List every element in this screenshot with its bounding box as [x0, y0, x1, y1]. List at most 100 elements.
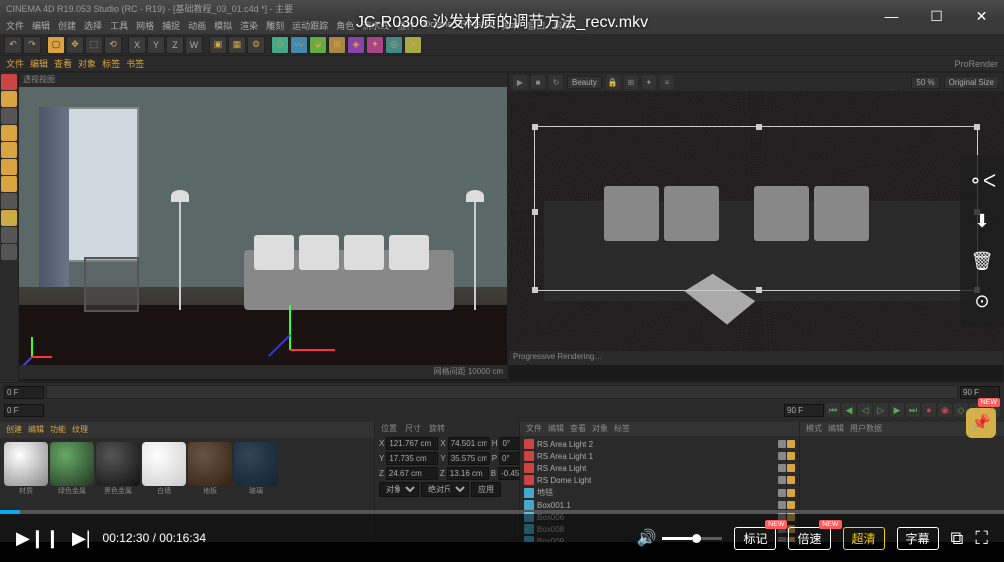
- render-refresh-icon[interactable]: ↻: [549, 75, 563, 89]
- render-settings-button[interactable]: ⚙: [247, 36, 265, 54]
- tb2-item[interactable]: 编辑: [30, 57, 48, 70]
- render-snap-icon[interactable]: ✦: [642, 75, 656, 89]
- menu-item[interactable]: 捕捉: [162, 19, 180, 33]
- menu-item[interactable]: 模拟: [214, 19, 232, 33]
- coord-z-size[interactable]: [447, 467, 489, 480]
- rail-live-select[interactable]: [1, 74, 17, 90]
- array-tool[interactable]: ⊞: [328, 36, 346, 54]
- pin-button[interactable]: 📌NEW: [966, 408, 996, 438]
- axis-y-toggle[interactable]: Y: [147, 36, 165, 54]
- deformer-tool[interactable]: ◈: [347, 36, 365, 54]
- maximize-button[interactable]: ☐: [914, 0, 959, 32]
- redo-button[interactable]: ↷: [23, 36, 41, 54]
- coord-y-size[interactable]: [448, 452, 490, 465]
- mat-tab[interactable]: 创建: [6, 424, 22, 436]
- tb2-item[interactable]: 文件: [6, 57, 24, 70]
- speed-button[interactable]: 倍速 NEW: [788, 527, 830, 550]
- mat-tab[interactable]: 功能: [50, 424, 66, 436]
- axis-z-toggle[interactable]: Z: [166, 36, 184, 54]
- menu-item[interactable]: 工具: [110, 19, 128, 33]
- render-stop-icon[interactable]: ■: [531, 75, 545, 89]
- close-button[interactable]: ✕: [959, 0, 1004, 32]
- rail-poly[interactable]: [1, 176, 17, 192]
- object-row[interactable]: RS Area Light: [524, 462, 795, 474]
- obj-tab[interactable]: 文件: [526, 423, 542, 435]
- axis-x-toggle[interactable]: X: [128, 36, 146, 54]
- menu-item[interactable]: 网格: [136, 19, 154, 33]
- fullscreen-icon[interactable]: ⛶: [975, 528, 988, 549]
- rail-edge[interactable]: [1, 159, 17, 175]
- share-icon[interactable]: ⚬ᐸ: [970, 169, 994, 193]
- delete-icon[interactable]: 🗑: [970, 249, 994, 273]
- next-button[interactable]: ▶|: [72, 528, 91, 549]
- select-tool[interactable]: ▢: [47, 36, 65, 54]
- rail-lock[interactable]: [1, 244, 17, 260]
- menu-item[interactable]: 渲染: [240, 19, 258, 33]
- coord-apply-button[interactable]: 应用: [471, 482, 501, 497]
- material-item[interactable]: 地板: [188, 442, 232, 486]
- download-icon[interactable]: ⬇: [970, 209, 994, 233]
- spline-tool[interactable]: 〰: [290, 36, 308, 54]
- undo-button[interactable]: ↶: [4, 36, 22, 54]
- rail-point[interactable]: [1, 142, 17, 158]
- coord-b[interactable]: [498, 467, 522, 480]
- render-viewport[interactable]: ▶ ■ ↻ Beauty 🔒 ⊞ ✦ ≡ 50 % Original Size: [508, 72, 1004, 382]
- record-icon[interactable]: ●: [922, 403, 936, 417]
- tb2-item[interactable]: 查看: [54, 57, 72, 70]
- autokey-icon[interactable]: ◉: [938, 403, 952, 417]
- timeline-current-field[interactable]: [4, 404, 44, 417]
- obj-tab[interactable]: 编辑: [548, 423, 564, 435]
- menu-item[interactable]: 角色: [336, 19, 354, 33]
- coord-x-size[interactable]: [448, 437, 490, 450]
- menu-item[interactable]: 选择: [84, 19, 102, 33]
- coord-y-pos[interactable]: [386, 452, 438, 465]
- menu-item[interactable]: 运动跟踪: [292, 19, 328, 33]
- cube-primitive[interactable]: ◇: [271, 36, 289, 54]
- minimize-button[interactable]: —: [869, 0, 914, 32]
- menu-item[interactable]: 文件: [6, 19, 24, 33]
- render-canvas[interactable]: [509, 91, 1003, 351]
- axis-w-toggle[interactable]: W: [185, 36, 203, 54]
- object-row[interactable]: 地毯: [524, 486, 795, 499]
- obj-tab[interactable]: 对象: [592, 423, 608, 435]
- obj-tab[interactable]: 查看: [570, 423, 586, 435]
- timeline-end-field[interactable]: [960, 386, 1000, 399]
- menu-item[interactable]: 创建: [58, 19, 76, 33]
- attr-tab[interactable]: 编辑: [828, 423, 844, 435]
- light-tool[interactable]: ☀: [404, 36, 422, 54]
- rail-axis[interactable]: [1, 193, 17, 209]
- settings-icon[interactable]: ⊙: [970, 289, 994, 313]
- material-item[interactable]: 黑色金属: [96, 442, 140, 486]
- viewport-canvas[interactable]: [19, 87, 507, 365]
- play-forward-icon[interactable]: ▷: [874, 403, 888, 417]
- render-region-button[interactable]: ▦: [228, 36, 246, 54]
- timeline-range-field[interactable]: [784, 404, 824, 417]
- prorender-tab[interactable]: ProRender: [954, 59, 998, 69]
- rail-quantize[interactable]: [1, 227, 17, 243]
- size-select[interactable]: Original Size: [944, 76, 999, 89]
- perspective-viewport[interactable]: 透视视图: [18, 72, 508, 382]
- rail-snap[interactable]: [1, 210, 17, 226]
- scale-tool[interactable]: ⬚: [85, 36, 103, 54]
- play-back-icon[interactable]: ◁: [858, 403, 872, 417]
- rail-workplane[interactable]: [1, 125, 17, 141]
- coord-tab[interactable]: 旋转: [429, 423, 445, 435]
- volume-icon[interactable]: 🔊: [637, 528, 657, 548]
- material-item[interactable]: 绿色金属: [50, 442, 94, 486]
- material-item[interactable]: 白墙: [142, 442, 186, 486]
- goto-start-icon[interactable]: ⏮: [826, 403, 840, 417]
- attr-tab[interactable]: 用户数据: [850, 423, 882, 435]
- mat-tab[interactable]: 纹理: [72, 424, 88, 436]
- coord-tab[interactable]: 尺寸: [405, 423, 421, 435]
- rotate-tool[interactable]: ⟲: [104, 36, 122, 54]
- tb2-item[interactable]: 标签: [102, 57, 120, 70]
- move-tool[interactable]: ✥: [66, 36, 84, 54]
- viewport-tab[interactable]: 透视视图: [23, 74, 55, 86]
- tb2-item[interactable]: 对象: [78, 57, 96, 70]
- material-item[interactable]: 材质: [4, 442, 48, 486]
- render-region-frame[interactable]: [534, 126, 978, 291]
- coord-x-pos[interactable]: [386, 437, 438, 450]
- volume-control[interactable]: 🔊: [637, 528, 723, 548]
- render-lock-icon[interactable]: 🔒: [606, 75, 620, 89]
- mat-tab[interactable]: 编辑: [28, 424, 44, 436]
